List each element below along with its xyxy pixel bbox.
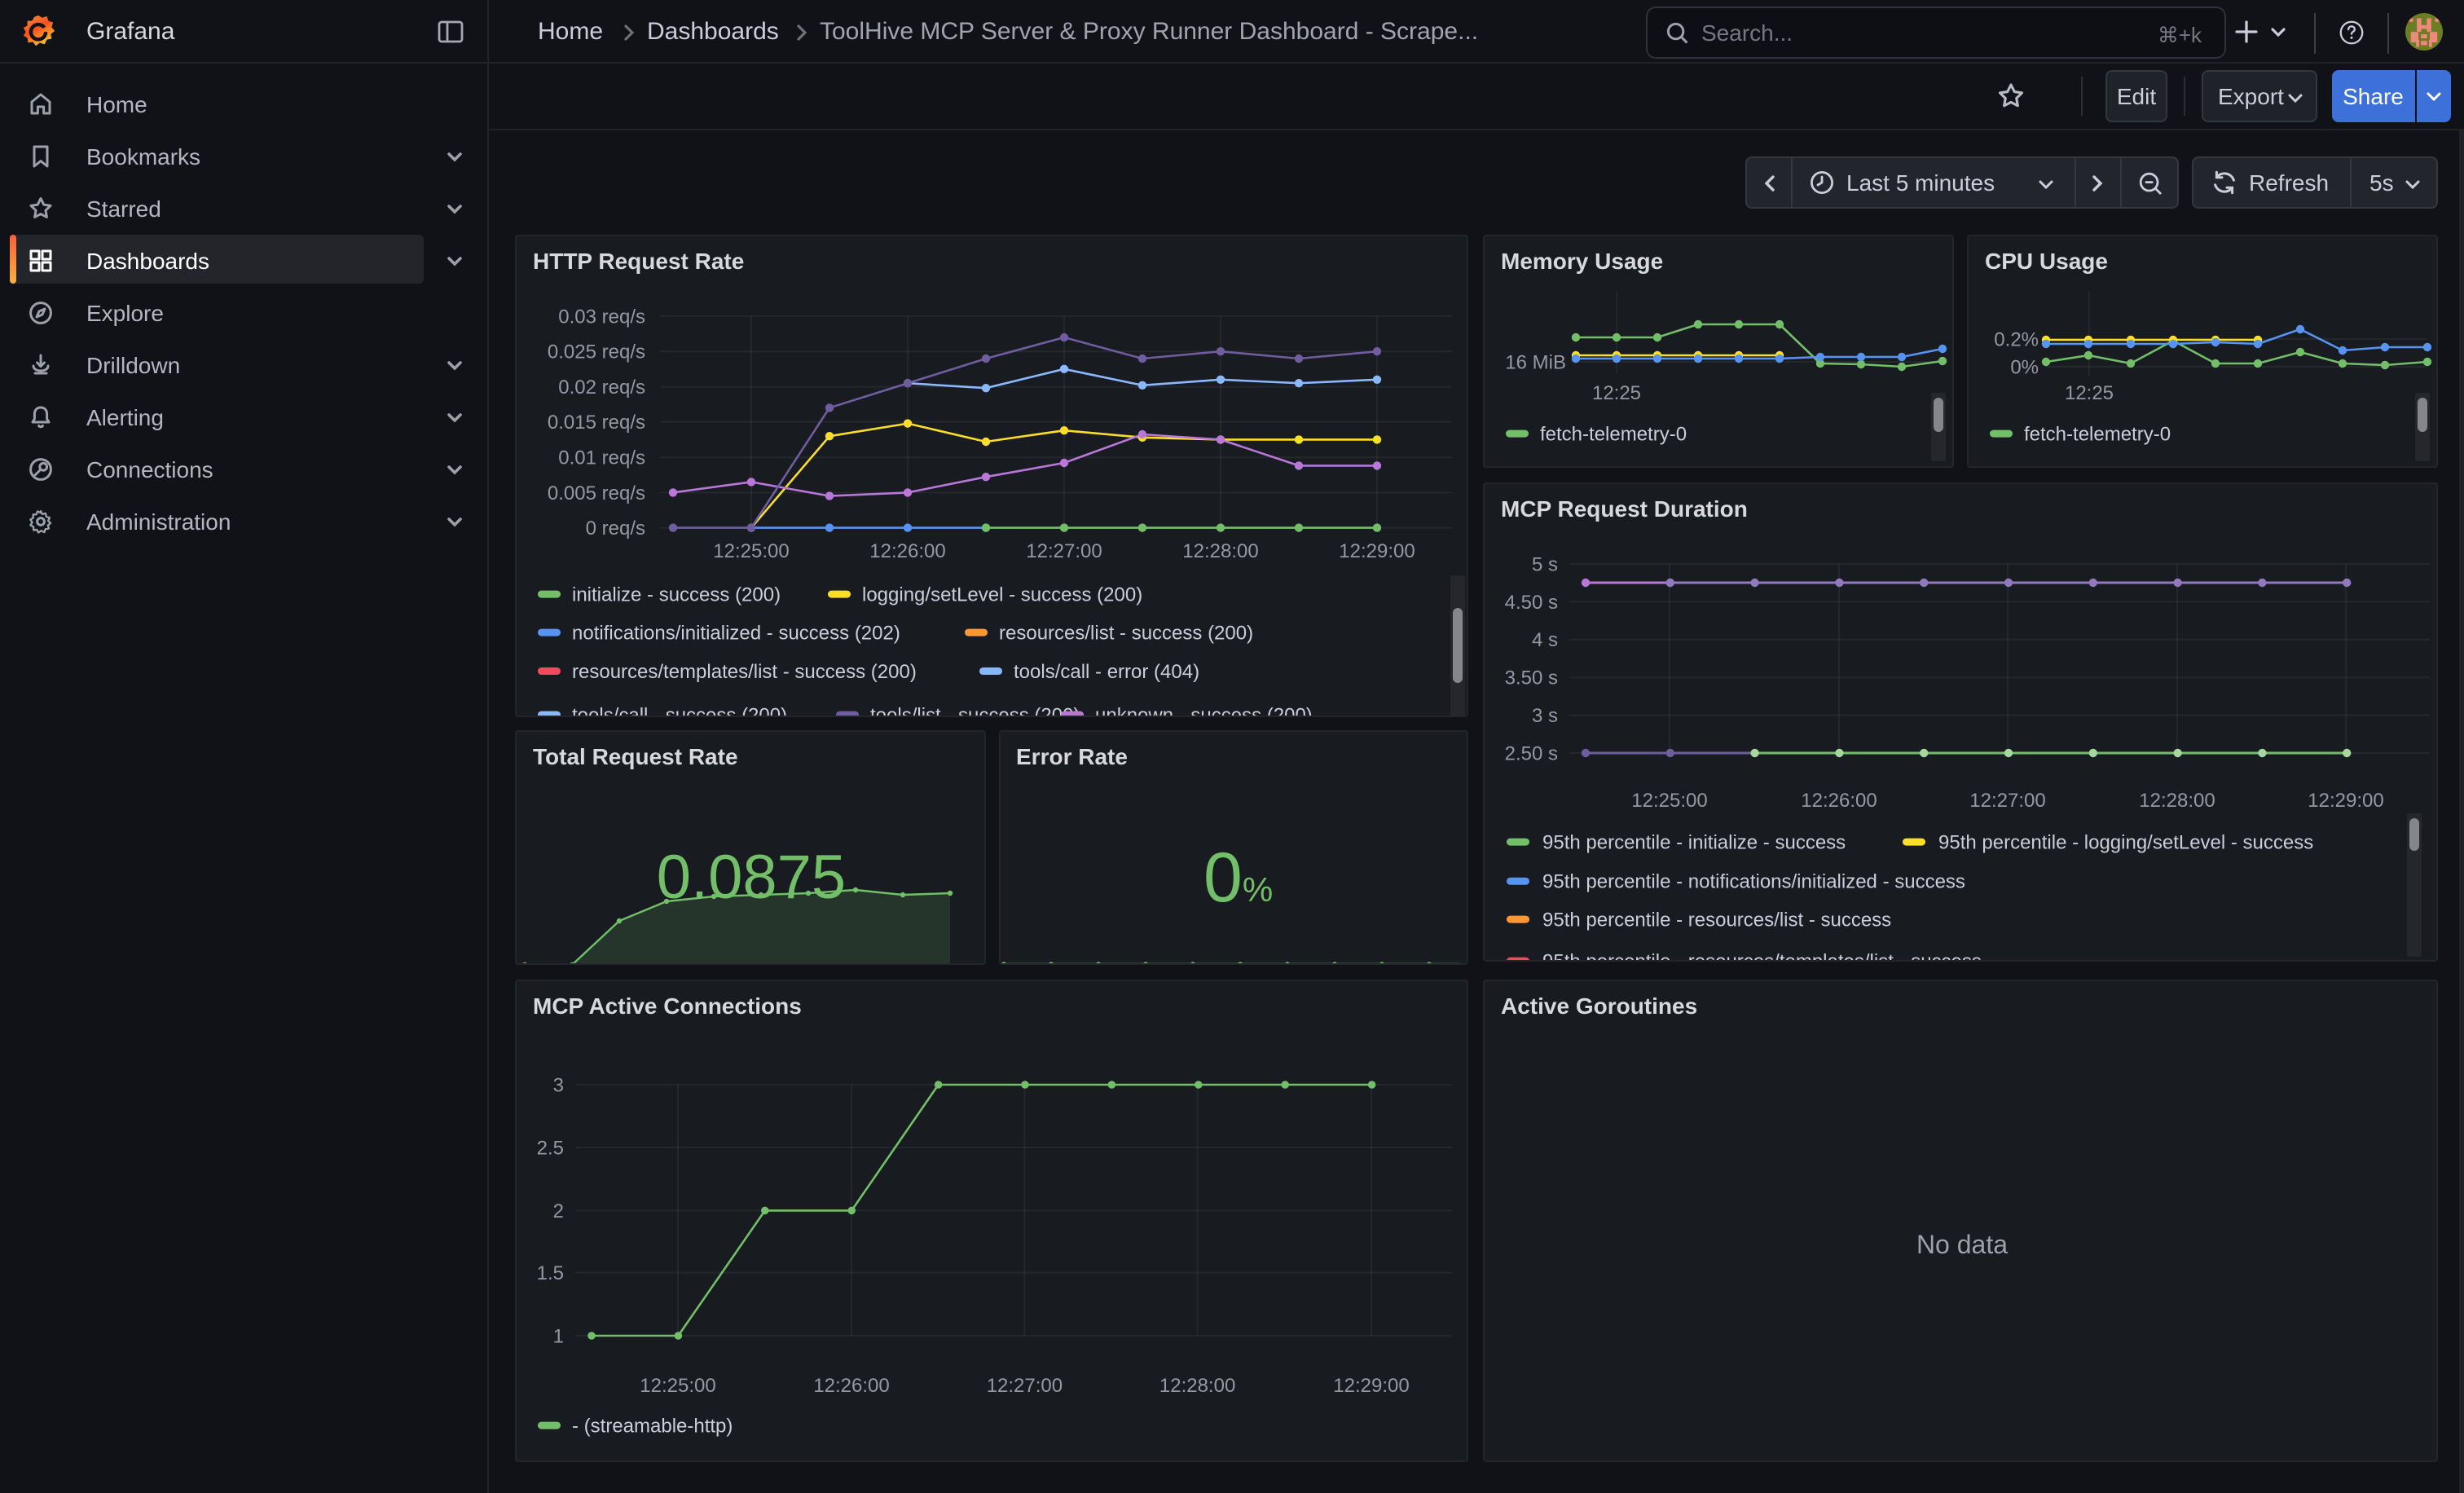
svg-text:3 s: 3 s: [1532, 705, 1558, 727]
svg-text:initialize - success (200): initialize - success (200): [572, 584, 781, 606]
svg-text:notifications/initialized - su: notifications/initialized - success (202…: [572, 622, 900, 644]
svg-text:12:25: 12:25: [1592, 382, 1641, 404]
svg-text:12:29:00: 12:29:00: [1339, 540, 1415, 562]
svg-text:resources/templates/list - suc: resources/templates/list - success (200): [572, 661, 917, 683]
svg-text:12:25: 12:25: [2065, 382, 2114, 404]
svg-text:95th percentile - logging/setL: 95th percentile - logging/setLevel - suc…: [1938, 831, 2313, 853]
svg-text:0.02 req/s: 0.02 req/s: [558, 377, 645, 399]
svg-text:0 req/s: 0 req/s: [586, 517, 645, 540]
svg-text:tools/call - error (404): tools/call - error (404): [1014, 661, 1199, 683]
svg-text:fetch-telemetry-0: fetch-telemetry-0: [1540, 423, 1687, 445]
svg-text:4.50 s: 4.50 s: [1505, 592, 1558, 614]
svg-text:0.005 req/s: 0.005 req/s: [548, 482, 645, 504]
svg-text:2.50 s: 2.50 s: [1505, 742, 1558, 764]
svg-text:resources/list - success (200): resources/list - success (200): [999, 622, 1253, 644]
svg-text:0.03 req/s: 0.03 req/s: [558, 306, 645, 328]
svg-text:95th percentile - initialize -: 95th percentile - initialize - success: [1542, 831, 1846, 853]
svg-text:- (streamable-http): - (streamable-http): [572, 1415, 733, 1437]
svg-text:12:28:00: 12:28:00: [1159, 1375, 1235, 1397]
svg-text:12:29:00: 12:29:00: [2308, 790, 2383, 812]
svg-text:12:26:00: 12:26:00: [1801, 790, 1877, 812]
svg-text:unknown - success (200): unknown - success (200): [1095, 704, 1313, 717]
svg-text:0.015 req/s: 0.015 req/s: [548, 412, 645, 434]
svg-text:0.01 req/s: 0.01 req/s: [558, 447, 645, 469]
svg-text:12:25:00: 12:25:00: [1631, 790, 1707, 812]
svg-text:5 s: 5 s: [1532, 553, 1558, 575]
svg-text:12:28:00: 12:28:00: [2139, 790, 2215, 812]
svg-text:0%: 0%: [2010, 356, 2039, 378]
svg-text:12:27:00: 12:27:00: [1969, 790, 2045, 812]
svg-text:12:29:00: 12:29:00: [1333, 1375, 1409, 1397]
svg-text:0.2%: 0.2%: [1994, 328, 2039, 350]
svg-text:4 s: 4 s: [1532, 629, 1558, 651]
svg-text:2: 2: [553, 1200, 564, 1222]
svg-text:12:25:00: 12:25:00: [640, 1375, 715, 1397]
svg-text:3: 3: [553, 1074, 564, 1096]
svg-text:fetch-telemetry-0: fetch-telemetry-0: [2024, 423, 2171, 445]
svg-text:1: 1: [553, 1325, 564, 1347]
svg-text:12:26:00: 12:26:00: [869, 540, 945, 562]
svg-text:95th percentile - resources/te: 95th percentile - resources/templates/li…: [1542, 950, 1982, 962]
svg-text:tools/list - success (200): tools/list - success (200): [870, 704, 1080, 717]
svg-text:1.5: 1.5: [537, 1262, 564, 1284]
svg-text:95th percentile - resources/li: 95th percentile - resources/list - succe…: [1542, 909, 1891, 931]
svg-text:2.5: 2.5: [537, 1137, 564, 1159]
svg-text:12:27:00: 12:27:00: [1026, 540, 1102, 562]
svg-text:12:25:00: 12:25:00: [713, 540, 789, 562]
svg-text:0.025 req/s: 0.025 req/s: [548, 341, 645, 363]
svg-text:tools/call - success (200): tools/call - success (200): [572, 704, 787, 717]
svg-text:12:28:00: 12:28:00: [1182, 540, 1258, 562]
svg-text:logging/setLevel - success (20: logging/setLevel - success (200): [862, 584, 1142, 606]
svg-text:12:27:00: 12:27:00: [987, 1375, 1063, 1397]
svg-text:95th percentile - notification: 95th percentile - notifications/initiali…: [1542, 871, 1965, 893]
svg-text:3.50 s: 3.50 s: [1505, 667, 1558, 689]
svg-text:16 MiB: 16 MiB: [1505, 351, 1566, 373]
svg-text:12:26:00: 12:26:00: [813, 1375, 889, 1397]
